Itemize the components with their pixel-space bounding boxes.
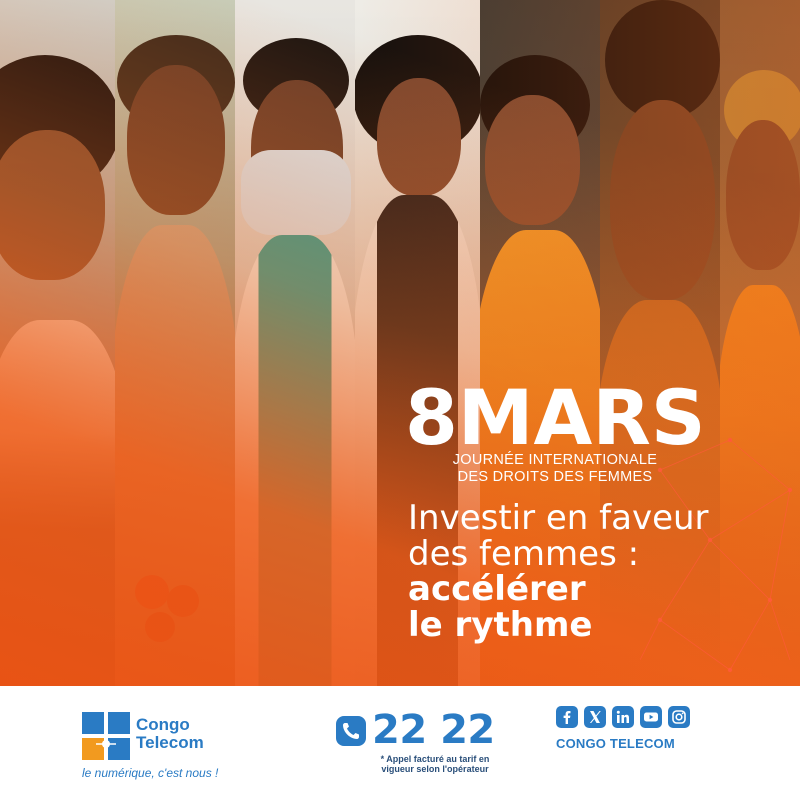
slogan-text: Investir en faveur des femmes :: [408, 500, 709, 572]
slogan-emphasis: accélérer le rythme: [408, 571, 592, 643]
phone-note-line-1: * Appel facturé au tarif en: [380, 754, 490, 764]
footer: Congo Telecom le numérique, c'est nous !…: [0, 686, 800, 800]
social-icons-row: [556, 706, 690, 728]
phone-contact[interactable]: 22 22 * Appel facturé au tarif en vigueu…: [336, 706, 506, 790]
subtitle-line-2: DES DROITS DES FEMMES: [457, 469, 653, 485]
phone-note-line-2: vigueur selon l'opérateur: [381, 764, 489, 774]
subtitle-line-1: JOURNÉE INTERNATIONALE: [452, 452, 658, 468]
congo-telecom-logo[interactable]: Congo Telecom le numérique, c'est nous !: [80, 710, 230, 780]
phone-number: 22 22: [372, 707, 495, 753]
slogan-line-3: accélérer: [408, 569, 586, 609]
social-links: CONGO TELECOM: [556, 706, 706, 790]
poster: 8MARS JOURNÉE INTERNATIONALE DES DROITS …: [0, 0, 800, 800]
instagram-icon[interactable]: [668, 706, 690, 728]
brand-name-line-1: Congo: [136, 715, 190, 734]
linkedin-icon[interactable]: [612, 706, 634, 728]
phone-note: * Appel facturé au tarif en vigueur selo…: [370, 754, 500, 774]
hero-photo-collage: 8MARS JOURNÉE INTERNATIONALE DES DROITS …: [0, 0, 800, 686]
x-icon[interactable]: [584, 706, 606, 728]
brand-name: Congo Telecom: [136, 716, 204, 752]
social-brand-name: CONGO TELECOM: [556, 736, 675, 751]
brand-tagline: le numérique, c'est nous !: [82, 766, 219, 780]
slogan-line-4: le rythme: [408, 605, 593, 645]
congo-telecom-logo-icon: [82, 712, 130, 760]
slogan-line-2: des femmes :: [408, 534, 640, 574]
youtube-icon[interactable]: [640, 706, 662, 728]
facebook-icon[interactable]: [556, 706, 578, 728]
slogan-line-1: Investir en faveur: [408, 498, 709, 538]
phone-icon: [336, 716, 366, 746]
brand-name-line-2: Telecom: [136, 733, 204, 752]
headline-title: 8MARS: [405, 373, 706, 462]
headline-subtitle: JOURNÉE INTERNATIONALE DES DROITS DES FE…: [405, 452, 705, 486]
